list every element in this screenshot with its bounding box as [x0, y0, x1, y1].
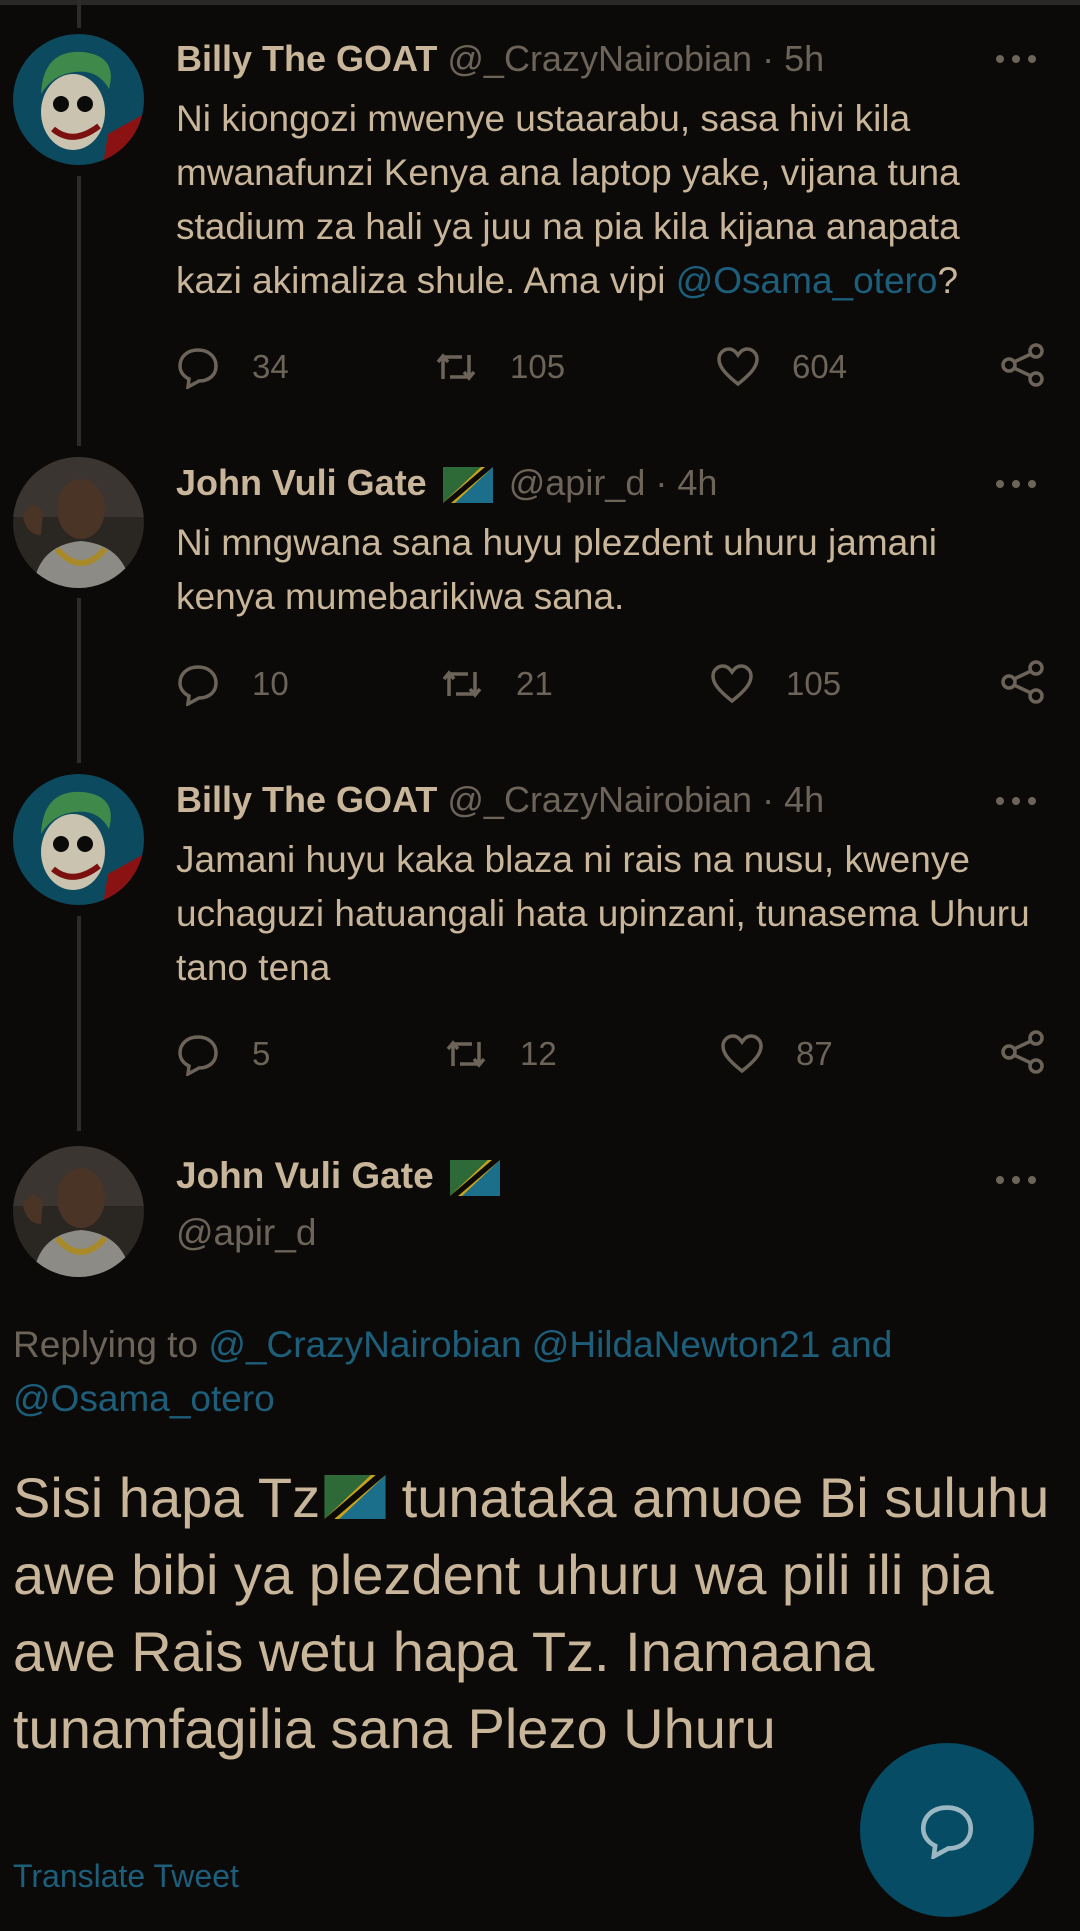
share-icon [1001, 660, 1044, 704]
author-name[interactable]: John Vuli Gate [176, 1155, 506, 1197]
separator-dot: · [762, 38, 775, 79]
tanzania-flag-icon [449, 1160, 500, 1197]
author-handle[interactable]: @apir_d [176, 1212, 316, 1254]
replying-mention-last[interactable]: @Osama_otero [13, 1378, 275, 1419]
reply-icon [178, 665, 218, 706]
tweet-actions: 10 21 105 [176, 659, 1046, 709]
like-count: 105 [786, 665, 842, 702]
thread-line [77, 176, 81, 446]
like-icon [721, 1034, 763, 1074]
share-button[interactable] [1000, 1029, 1046, 1080]
thread-line [77, 916, 81, 1131]
more-icon[interactable] [994, 1173, 1038, 1187]
tweet-header: Billy The GOAT @_CrazyNairobian · 5h [176, 37, 970, 81]
like-count: 604 [792, 348, 848, 385]
author-handle[interactable]: @_CrazyNairobian [447, 38, 752, 79]
tweet-header: Billy The GOAT @_CrazyNairobian · 4h [176, 778, 970, 822]
tweet-actions: 5 12 87 [176, 1029, 1046, 1079]
like-button[interactable]: 87 [720, 1029, 833, 1079]
share-icon [1001, 343, 1044, 387]
retweet-icon [436, 353, 476, 381]
compose-reply-button[interactable] [860, 1743, 1034, 1917]
retweet-count: 12 [520, 1035, 557, 1072]
author-handle[interactable]: @_CrazyNairobian [447, 779, 752, 820]
timestamp: 4h [677, 462, 718, 503]
reply-count: 34 [252, 348, 289, 385]
like-count: 87 [796, 1035, 833, 1072]
retweet-icon [446, 1040, 486, 1068]
like-button[interactable]: 105 [710, 659, 841, 709]
separator-dot: · [655, 462, 668, 503]
retweet-button[interactable]: 105 [434, 342, 565, 392]
more-icon[interactable] [994, 794, 1038, 808]
tweet-header: John Vuli Gate @apir_d · 4h [176, 461, 970, 505]
more-icon[interactable] [994, 52, 1038, 66]
share-button[interactable] [1000, 659, 1046, 710]
translate-tweet-link[interactable]: Translate Tweet [13, 1858, 239, 1895]
man-avatar[interactable] [13, 457, 144, 588]
retweet-button[interactable]: 21 [440, 659, 553, 709]
replying-and: and [820, 1324, 893, 1365]
like-button[interactable]: 604 [716, 342, 847, 392]
retweet-button[interactable]: 12 [444, 1029, 557, 1079]
timestamp: 5h [784, 38, 825, 79]
man-avatar[interactable] [13, 1146, 144, 1277]
reply-icon [178, 348, 218, 389]
reply-button[interactable]: 5 [176, 1029, 270, 1079]
joker-avatar[interactable] [13, 774, 144, 905]
tweet-text: Jamani huyu kaka blaza ni rais na nusu, … [176, 839, 1030, 988]
retweet-count: 21 [516, 665, 553, 702]
reply-icon [178, 1035, 218, 1076]
joker-avatar[interactable] [13, 34, 144, 165]
thread-line [77, 0, 81, 28]
share-icon [1001, 1030, 1044, 1074]
thread-line [77, 598, 81, 763]
author-name[interactable]: Billy The GOAT [176, 779, 437, 820]
tanzania-flag-icon [324, 1475, 386, 1519]
main-text-start: Sisi hapa Tz [13, 1466, 321, 1529]
like-icon [717, 347, 759, 387]
replying-to: Replying to @_CrazyNairobian @HildaNewto… [13, 1318, 1013, 1426]
author-name-text: John Vuli Gate [176, 1155, 434, 1196]
more-icon[interactable] [994, 477, 1038, 491]
author-handle[interactable]: @apir_d [509, 462, 646, 503]
separator-dot: · [762, 779, 775, 820]
author-name[interactable]: Billy The GOAT [176, 38, 437, 79]
reply-button[interactable]: 34 [176, 342, 289, 392]
main-tweet-text: Sisi hapa Tz tunataka amuoe Bi suluhu aw… [13, 1459, 1053, 1767]
tweet-actions: 34 105 604 [176, 342, 1046, 392]
replying-prefix: Replying to [13, 1324, 209, 1365]
reply-button[interactable]: 10 [176, 659, 289, 709]
mention-link[interactable]: @Osama_otero [676, 260, 938, 301]
compose-reply-icon [920, 1805, 974, 1859]
retweet-count: 105 [510, 348, 566, 385]
top-divider [0, 0, 1080, 5]
like-icon [711, 664, 753, 704]
share-button[interactable] [1000, 342, 1046, 393]
reply-count: 5 [252, 1035, 271, 1072]
reply-count: 10 [252, 665, 289, 702]
author-name[interactable]: John Vuli Gate [176, 462, 427, 503]
retweet-icon [442, 670, 482, 698]
tweet-text: Ni mngwana sana huyu plezdent uhuru jama… [176, 522, 938, 617]
replying-mentions[interactable]: @_CrazyNairobian @HildaNewton21 [208, 1324, 820, 1365]
timestamp: 4h [784, 779, 825, 820]
tanzania-flag-icon [442, 467, 493, 504]
tweet-text: Ni kiongozi mwenye ustaarabu, sasa hivi … [176, 92, 1030, 308]
tweet-body-end: ? [937, 260, 959, 301]
